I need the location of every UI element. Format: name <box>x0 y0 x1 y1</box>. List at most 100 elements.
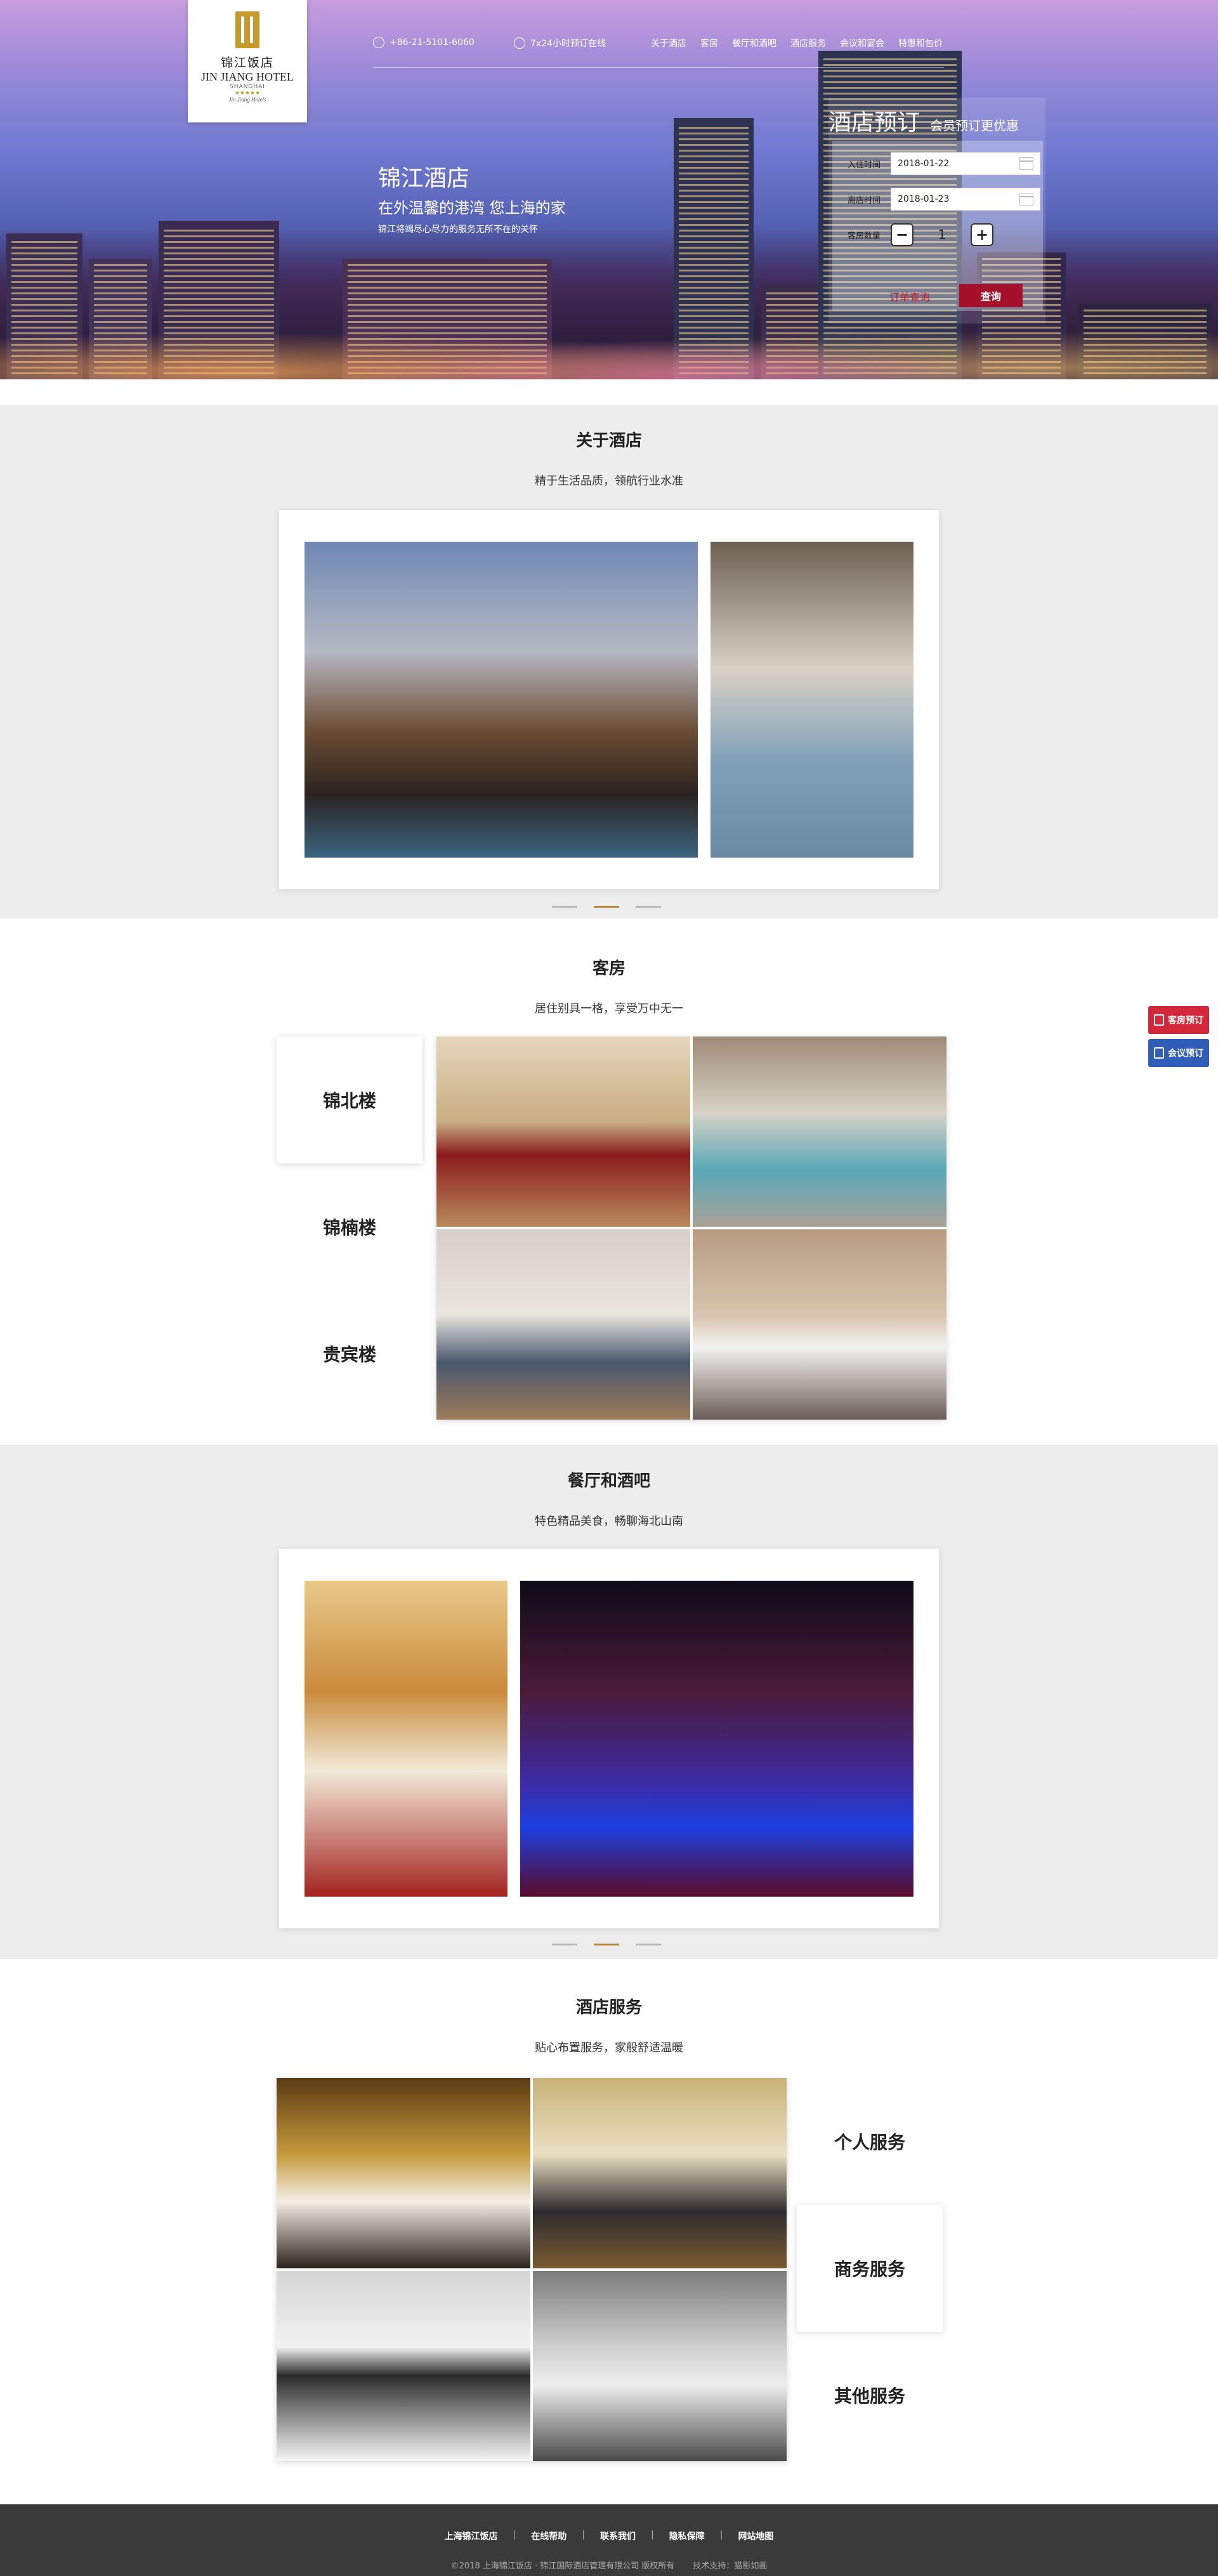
hero-text: 锦江酒店 在外温馨的港湾 您上海的家 锦江将竭尽心尽力的服务无所不在的关怀 <box>378 160 566 235</box>
nav-item-dining[interactable]: 餐厅和酒吧 <box>732 37 776 49</box>
room-photo <box>693 1036 946 1227</box>
tab-jinbei[interactable]: 锦北楼 <box>277 1036 422 1163</box>
service-hours: 7x24小时预订在线 <box>530 39 606 49</box>
float-room-booking-button[interactable]: 客房预订 <box>1148 1006 1209 1034</box>
booking-title: 酒店预订 <box>828 110 920 136</box>
footer-link-contact[interactable]: 联系我们 <box>600 2530 636 2542</box>
footer-separator: | <box>719 2530 723 2540</box>
rooms-photo-grid <box>436 1036 946 1420</box>
main-nav: 关于酒店 客房 餐厅和酒吧 酒店服务 会议和宴会 特惠和包价 <box>651 37 943 49</box>
rooms-section: 客房 居住别具一格，享受万中无一 锦北楼 锦楠楼 贵宾楼 <box>0 919 1218 1445</box>
carousel-dot[interactable] <box>552 1944 577 1945</box>
carousel-dot[interactable] <box>636 1944 661 1945</box>
about-subtitle: 精于生活品质，领航行业水准 <box>535 474 683 488</box>
float-meeting-booking-button[interactable]: 会议预订 <box>1148 1039 1209 1067</box>
checkout-date-field[interactable]: 2018-01-23 <box>891 188 1040 211</box>
checkin-label: 入住时间 <box>848 160 881 170</box>
room-photo <box>436 1229 690 1420</box>
about-section: 关于酒店 精于生活品质，领航行业水准 <box>0 405 1218 919</box>
room-photo <box>436 1036 690 1227</box>
decrement-button[interactable]: − <box>891 223 914 246</box>
service-photo <box>533 2078 787 2268</box>
search-button[interactable]: 查询 <box>959 284 1023 307</box>
room-photo <box>693 1229 946 1420</box>
calendar-icon[interactable] <box>1019 157 1033 170</box>
nav-item-meetings[interactable]: 会议和宴会 <box>840 37 884 49</box>
calendar-icon[interactable] <box>1019 193 1033 206</box>
service-contact[interactable]: 7x24小时预订在线 <box>514 37 606 49</box>
nav-item-about[interactable]: 关于酒店 <box>651 37 686 49</box>
nav-item-rooms[interactable]: 客房 <box>700 37 718 49</box>
bar-photo <box>520 1581 914 1897</box>
footer-separator: | <box>513 2530 516 2540</box>
logo-brand-text: Jin Jiang Hotels <box>228 96 266 103</box>
dining-gallery-card <box>279 1549 939 1928</box>
checkin-date-field[interactable]: 2018-01-22 <box>891 152 1040 175</box>
carousel-dot-active[interactable] <box>594 1944 619 1945</box>
hotel-lobby-photo <box>710 542 914 858</box>
restaurant-photo <box>304 1581 508 1897</box>
checkout-date-value: 2018-01-23 <box>898 194 950 204</box>
footer-links: 上海锦江饭店 | 在线帮助 | 联系我们 | 隐私保障 | 网站地图 <box>0 2530 1218 2542</box>
top-bar: +86-21-5101-6060 7x24小时预订在线 关于酒店 客房 餐厅和酒… <box>373 33 944 68</box>
service-photo <box>277 2078 530 2268</box>
footer-link-sitemap[interactable]: 网站地图 <box>738 2530 773 2542</box>
dining-title: 餐厅和酒吧 <box>567 1472 650 1491</box>
carousel-dot-active[interactable] <box>594 906 619 908</box>
services-section: 酒店服务 贴心布置服务，家般舒适温暖 个人服务 商务服务 其他服务 <box>0 1959 1218 2504</box>
nav-divider <box>373 67 944 68</box>
service-photo <box>533 2271 787 2461</box>
rooms-stepper: − 1 + <box>891 223 993 246</box>
tab-vip[interactable]: 贵宾楼 <box>277 1290 422 1417</box>
logo-cn-text: 锦江饭店 <box>220 56 274 70</box>
hero-subheadline: 在外温馨的港湾 您上海的家 <box>378 199 566 217</box>
tab-other-service[interactable]: 其他服务 <box>797 2332 943 2459</box>
rooms-title: 客房 <box>592 959 625 978</box>
nav-item-offers[interactable]: 特惠和包价 <box>898 37 943 49</box>
rooms-subtitle: 居住别具一格，享受万中无一 <box>535 1002 683 1016</box>
hotel-logo[interactable]: 锦江饭店 JIN JIANG HOTEL SHANGHAI ★★★★★ Jin … <box>188 0 307 122</box>
footer-link-home[interactable]: 上海锦江饭店 <box>445 2530 498 2542</box>
about-gallery-card <box>279 510 939 889</box>
service-photo <box>277 2271 530 2461</box>
footer-link-privacy[interactable]: 隐私保障 <box>669 2530 705 2542</box>
services-photo-grid <box>277 2078 787 2461</box>
nav-item-services[interactable]: 酒店服务 <box>790 37 826 49</box>
logo-stars: ★★★★★ <box>234 90 261 96</box>
rooms-row: 客房数量 − 1 + <box>848 223 993 246</box>
tech-support-text: 技术支持：猫影如画 <box>693 2561 768 2571</box>
booking-panel: 入住时间 2018-01-22 离店时间 2018-01-23 客房数量 − 1 <box>832 141 1043 311</box>
phone-number: +86-21-5101-6060 <box>390 37 475 48</box>
dining-section: 餐厅和酒吧 特色精品美食，畅聊海北山南 <box>0 1445 1218 1959</box>
checkin-row: 入住时间 2018-01-22 <box>848 152 1040 175</box>
tab-jinnan[interactable]: 锦楠楼 <box>277 1163 422 1290</box>
order-query-link[interactable]: 订单查询 <box>889 289 930 304</box>
footer-copyright: ©2018 上海锦江饭店 · 锦江国际酒店管理有限公司 版权所有 技术支持：猫影… <box>0 2559 1218 2571</box>
carousel-dot[interactable] <box>552 906 577 908</box>
hero-banner: 锦江饭店 JIN JIANG HOTEL SHANGHAI ★★★★★ Jin … <box>0 0 1218 379</box>
copyright-text: ©2018 上海锦江饭店 · 锦江国际酒店管理有限公司 版权所有 <box>450 2561 675 2571</box>
dining-carousel-dots <box>552 1944 661 1945</box>
checkout-label: 离店时间 <box>848 195 881 206</box>
phone-icon <box>373 37 384 48</box>
tab-personal-service[interactable]: 个人服务 <box>797 2078 943 2205</box>
checkout-row: 离店时间 2018-01-23 <box>848 188 1040 211</box>
phone-contact[interactable]: +86-21-5101-6060 <box>373 37 475 48</box>
booking-header: 酒店预订 会员预订更优惠 <box>828 104 1019 137</box>
meeting-icon <box>1154 1047 1164 1059</box>
carousel-dot[interactable] <box>636 906 661 908</box>
tab-business-service[interactable]: 商务服务 <box>797 2205 943 2332</box>
rooms-quantity: 1 <box>938 227 946 242</box>
rooms-label: 客房数量 <box>848 231 881 241</box>
footer-link-help[interactable]: 在线帮助 <box>531 2530 566 2542</box>
site-footer: 上海锦江饭店 | 在线帮助 | 联系我们 | 隐私保障 | 网站地图 ©2018… <box>0 2504 1218 2576</box>
footer-separator: | <box>651 2530 654 2540</box>
hero-headline: 锦江酒店 <box>378 166 470 192</box>
booking-icon <box>1154 1014 1164 1026</box>
logo-mark-icon <box>235 11 259 48</box>
about-title: 关于酒店 <box>575 431 642 450</box>
footer-separator: | <box>582 2530 585 2540</box>
increment-button[interactable]: + <box>971 223 993 246</box>
services-title: 酒店服务 <box>575 1998 642 2017</box>
checkin-date-value: 2018-01-22 <box>898 159 950 169</box>
